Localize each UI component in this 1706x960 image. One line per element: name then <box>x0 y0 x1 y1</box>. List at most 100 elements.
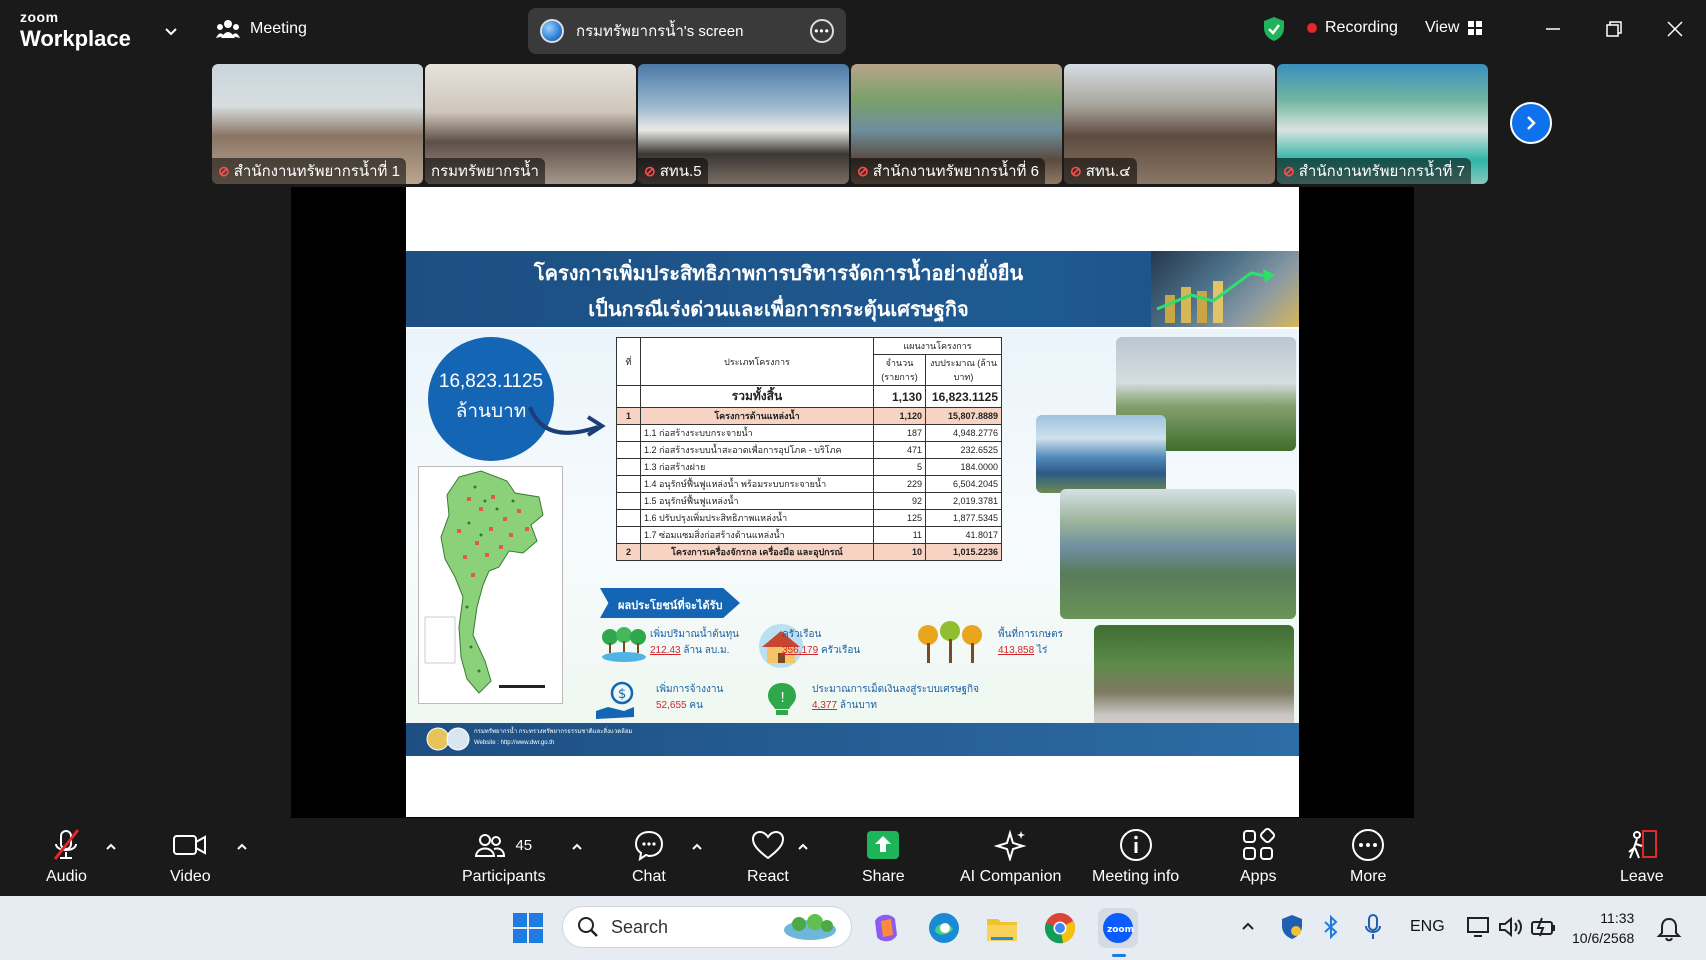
participant-name: สำนักงานทรัพยากรน้ำที่ 6 <box>872 163 1039 180</box>
participant-tile[interactable]: ⊘ สำนักงานทรัพยากรน้ำที่ 6 <box>851 64 1062 184</box>
more-button[interactable]: More <box>1350 828 1386 886</box>
row-name: โครงการด้านแหล่งน้ำ <box>640 407 874 425</box>
budget-value: 16,823.1125 <box>438 371 544 392</box>
table-row: 1.7 ซ่อมแซมสิ่งก่อสร้างด้านแหล่งน้ำ 11 4… <box>616 526 1002 544</box>
minimize-icon[interactable] <box>1542 18 1564 40</box>
close-icon[interactable] <box>1664 18 1686 40</box>
project-table: ที่ ประเภทโครงการ แผนงานโครงการ จำนวน (ร… <box>616 337 1002 561</box>
table-header-count: จำนวน (รายการ) <box>873 354 926 386</box>
row-budget: 184.0000 <box>925 458 1002 476</box>
search-highlight-icon <box>784 914 836 940</box>
notification-bell-icon[interactable] <box>1656 916 1682 942</box>
chevron-down-icon[interactable] <box>162 22 180 40</box>
ai-companion-button[interactable]: AI Companion <box>960 828 1061 886</box>
footer-line1: กรมทรัพยากรน้ำ กระทรวงทรัพยากรธรรมชาติแล… <box>474 729 633 735</box>
meeting-info-button[interactable]: Meeting info <box>1092 828 1179 886</box>
meeting-label: Meeting <box>250 20 307 37</box>
benefit-house-value: 356,179 <box>782 645 819 656</box>
row-no <box>616 526 641 544</box>
share-label: กรมทรัพยากรน้ำ's screen <box>576 23 744 40</box>
react-button[interactable]: React <box>747 828 789 886</box>
restore-icon[interactable] <box>1603 18 1625 40</box>
farm-trees-icon <box>918 621 982 663</box>
bluetooth-icon[interactable] <box>1322 914 1340 940</box>
participant-tile-active[interactable]: กรมทรัพยากรน้ำ <box>425 64 636 184</box>
apps-button[interactable]: Apps <box>1240 828 1276 886</box>
chrome-app-icon[interactable] <box>1040 908 1080 948</box>
chevron-up-icon[interactable] <box>1240 918 1256 934</box>
money-hand-icon: $ <box>596 681 634 719</box>
row-count: 10 <box>873 543 926 561</box>
table-row: 1.6 ปรับปรุงเพิ่มประสิทธิภาพแหล่งน้ำ 125… <box>616 509 1002 527</box>
more-options-icon[interactable]: ••• <box>810 19 834 43</box>
view-menu[interactable]: View <box>1425 19 1483 37</box>
system-clock[interactable]: 11:33 10/6/2568 <box>1572 908 1634 948</box>
curved-arrow-icon <box>528 406 606 437</box>
file-explorer-app-icon[interactable] <box>982 908 1022 948</box>
benefit-economy: ประมาณการเม็ดเงินลงสู่ระบบเศรษฐกิจ 4,377… <box>812 682 979 714</box>
meeting-menu[interactable]: Meeting <box>216 18 307 40</box>
svg-text:!: ! <box>780 691 785 706</box>
recording-label: Recording <box>1325 19 1398 36</box>
microphone-tray-icon[interactable] <box>1364 913 1382 941</box>
row-name: 1.4 อนุรักษ์ฟื้นฟูแหล่งน้ำ พร้อมระบบกระจ… <box>640 475 874 493</box>
network-icon[interactable] <box>1466 916 1490 938</box>
recording-indicator[interactable]: Recording <box>1307 19 1398 37</box>
volume-icon[interactable] <box>1498 916 1524 938</box>
battery-icon[interactable] <box>1530 916 1558 938</box>
windows-start-icon[interactable] <box>512 912 544 944</box>
chevron-up-icon[interactable] <box>235 840 249 854</box>
row-count: 187 <box>873 424 926 442</box>
row-no <box>616 509 641 527</box>
video-button[interactable]: Video <box>170 828 211 886</box>
screen-share-indicator[interactable]: กรมทรัพยากรน้ำ's screen ••• <box>528 8 846 54</box>
participant-strip: ⊘ สำนักงานทรัพยากรน้ำที่ 1 กรมทรัพยากรน้ำ… <box>212 64 1488 184</box>
heart-icon <box>751 830 784 860</box>
leave-icon <box>1628 830 1657 859</box>
participants-count: 45 <box>515 836 533 854</box>
benefit-water-value: 212.43 <box>650 645 681 656</box>
shield-check-icon[interactable] <box>1262 16 1286 42</box>
leave-button[interactable]: Leave <box>1620 828 1664 886</box>
shield-tray-icon[interactable] <box>1280 914 1304 940</box>
benefit-farm-unit: ไร่ <box>1036 645 1048 656</box>
chevron-up-icon[interactable] <box>690 840 704 854</box>
search-icon <box>578 917 598 937</box>
copilot-app-icon[interactable] <box>866 908 906 948</box>
search-placeholder: Search <box>611 916 669 937</box>
language-indicator[interactable]: ENG <box>1410 918 1445 936</box>
chevron-up-icon[interactable] <box>104 840 118 854</box>
benefit-econ-label: ประมาณการเม็ดเงินลงสู่ระบบเศรษฐกิจ <box>812 684 979 695</box>
benefit-farm-label: พื้นที่การเกษตร <box>998 629 1063 640</box>
row-no: 1 <box>616 407 641 425</box>
total-budget: 16,823.1125 <box>925 385 1002 408</box>
globe-icon <box>540 19 564 43</box>
audio-button[interactable]: Audio <box>46 828 87 886</box>
participant-tile[interactable]: ⊘ สำนักงานทรัพยากรน้ำที่ 1 <box>212 64 423 184</box>
row-count: 11 <box>873 526 926 544</box>
chat-button[interactable]: Chat <box>632 828 666 886</box>
ai-companion-label: AI Companion <box>960 868 1062 885</box>
participant-tile[interactable]: ⊘ สทน.5 <box>638 64 849 184</box>
next-page-button[interactable] <box>1510 102 1552 144</box>
participant-name: สทน.5 <box>659 163 702 180</box>
participant-name: สทน.๔ <box>1085 163 1131 180</box>
chevron-up-icon[interactable] <box>796 840 810 854</box>
zoom-app-icon[interactable]: zoom <box>1098 908 1138 948</box>
slide-footer-text: กรมทรัพยากรน้ำ กระทรวงทรัพยากรธรรมชาติแล… <box>474 727 632 749</box>
participant-tile[interactable]: ⊘ สทน.๔ <box>1064 64 1275 184</box>
row-count: 229 <box>873 475 926 493</box>
share-button[interactable]: Share <box>862 828 905 886</box>
participant-tile[interactable]: ⊘ สำนักงานทรัพยากรน้ำที่ 7 <box>1277 64 1488 184</box>
department-seal-icon <box>426 727 470 751</box>
photo-solar-tank <box>1036 415 1166 493</box>
edge-app-icon[interactable] <box>924 908 964 948</box>
row-count: 92 <box>873 492 926 510</box>
taskbar-search[interactable]: Search <box>562 906 852 948</box>
participants-button[interactable]: 45 Participants <box>462 828 546 886</box>
benefit-econ-unit: ล้านบาท <box>839 700 877 711</box>
share-label: Share <box>862 868 905 885</box>
chevron-up-icon[interactable] <box>570 840 584 854</box>
mic-muted-icon: ⊘ <box>1070 162 1082 179</box>
row-name: 1.5 อนุรักษ์ฟื้นฟูแหล่งน้ำ <box>640 492 874 510</box>
